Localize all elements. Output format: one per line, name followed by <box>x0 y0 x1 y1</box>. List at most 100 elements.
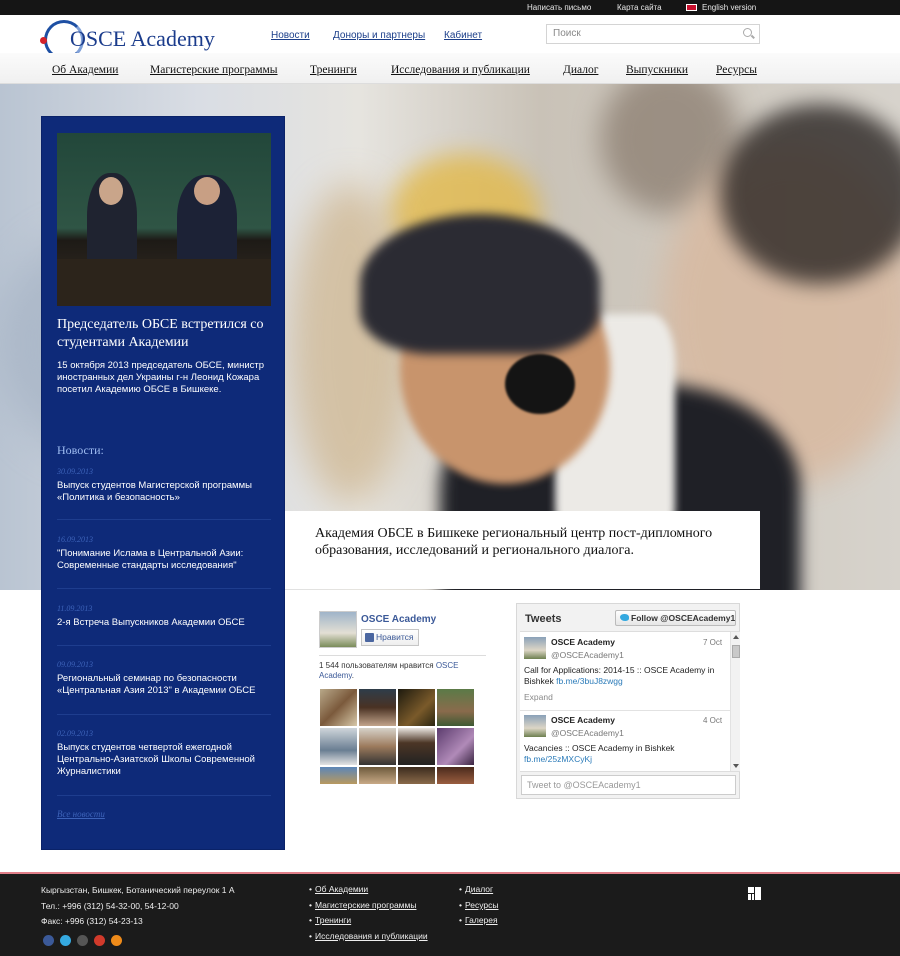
uk-flag-icon <box>686 4 697 11</box>
sitemap-link[interactable]: Карта сайта <box>617 3 662 12</box>
tweet-compose-input[interactable]: Tweet to @OSCEAcademy1 <box>521 775 736 795</box>
tweet-link[interactable]: fb.me/25zMXCyKj <box>524 754 592 764</box>
tweet-feed[interactable]: OSCE Academy @OSCEAcademy1 7 Oct Call fo… <box>520 631 740 772</box>
search-input[interactable]: Поиск <box>546 24 760 44</box>
write-letter-link[interactable]: Написать письмо <box>527 3 591 12</box>
fan-avatar[interactable] <box>437 767 474 784</box>
odnoklassniki-icon[interactable] <box>111 935 122 946</box>
tweet-avatar[interactable] <box>524 637 546 659</box>
news-item-title[interactable]: Выпуск студентов Магистерской программы … <box>57 480 275 504</box>
hero-person-hair <box>360 214 600 354</box>
feature-text: 15 октября 2013 председатель ОБСЕ, минис… <box>57 360 265 395</box>
footer-address: Кыргызстан, Бишкек, Ботанический переуло… <box>41 885 235 895</box>
search-icon[interactable] <box>743 28 752 37</box>
footer-link-about[interactable]: Об Академии <box>309 884 368 894</box>
twitter-bird-icon <box>620 614 629 621</box>
thumbs-up-icon <box>365 633 374 642</box>
divider <box>319 655 486 656</box>
feature-photo[interactable] <box>57 133 271 306</box>
site-header: OSCE Academy Новости Доноры и партнеры К… <box>0 15 900 60</box>
nav-item-about[interactable]: Об Академии <box>52 64 118 76</box>
facebook-page-name[interactable]: OSCE Academy <box>361 614 436 625</box>
fan-avatar[interactable] <box>437 728 474 765</box>
feature-title[interactable]: Председатель ОБСЕ встретился со студента… <box>57 316 277 352</box>
news-date: 30.09.2013 <box>57 467 93 476</box>
all-news-link[interactable]: Все новости <box>57 809 105 819</box>
fan-avatar[interactable] <box>359 767 396 784</box>
news-item-title[interactable]: 2-я Встреча Выпускников Академии ОБСЕ <box>57 617 275 629</box>
footer-brand-icon[interactable] <box>748 887 761 900</box>
fan-avatar[interactable] <box>398 689 435 726</box>
footer-link-resources[interactable]: Ресурсы <box>459 900 498 910</box>
twitter-icon[interactable] <box>60 935 71 946</box>
footer-link-masters[interactable]: Магистерские программы <box>309 900 416 910</box>
news-item-title[interactable]: Региональный семинар по безопасности «Це… <box>57 673 275 697</box>
news-item-title[interactable]: "Понимание Ислама в Центральной Азии: Со… <box>57 548 275 572</box>
hero-caption: Академия ОБСЕ в Бишкеке региональный цен… <box>315 526 713 558</box>
header-link-cabinet[interactable]: Кабинет <box>444 30 482 41</box>
nav-item-dialogue[interactable]: Диалог <box>563 64 598 76</box>
tweet-expand-link[interactable]: Expand <box>524 692 553 702</box>
tweet-avatar[interactable] <box>524 715 546 737</box>
nav-item-research[interactable]: Исследования и публикации <box>391 64 530 76</box>
news-divider <box>57 714 271 715</box>
facebook-page-avatar[interactable] <box>319 611 357 648</box>
news-item-title[interactable]: Выпуск студентов четвертой ежегодной Цен… <box>57 742 275 778</box>
nav-item-trainings[interactable]: Тренинги <box>310 64 357 76</box>
fan-avatar[interactable] <box>320 689 357 726</box>
header-link-news[interactable]: Новости <box>271 30 310 41</box>
google-plus-icon[interactable] <box>94 935 105 946</box>
tweets-title: Tweets <box>525 613 562 625</box>
tweet-author-handle[interactable]: @OSCEAcademy1 <box>551 650 624 660</box>
fan-avatar[interactable] <box>320 728 357 765</box>
like-label: Нравится <box>376 632 414 642</box>
fan-avatar[interactable] <box>437 689 474 726</box>
site-footer: Кыргызстан, Бишкек, Ботанический переуло… <box>0 872 900 956</box>
header-link-donors[interactable]: Доноры и партнеры <box>333 30 425 41</box>
tweet[interactable]: OSCE Academy @OSCEAcademy1 4 Oct Vacanci… <box>520 710 728 771</box>
fan-avatar[interactable] <box>398 728 435 765</box>
tweet-author-name[interactable]: OSCE Academy <box>551 715 615 725</box>
fan-avatar[interactable] <box>359 689 396 726</box>
news-heading: Новости: <box>57 443 104 457</box>
english-version-link[interactable]: English version <box>686 3 756 12</box>
youtube-icon[interactable] <box>77 935 88 946</box>
scrollbar-thumb[interactable] <box>732 645 740 658</box>
scroll-down-icon[interactable] <box>733 764 739 768</box>
footer-link-research[interactable]: Исследования и публикации <box>309 931 428 941</box>
nav-item-masters[interactable]: Магистерские программы <box>150 64 278 76</box>
tweet-author-handle[interactable]: @OSCEAcademy1 <box>551 728 624 738</box>
fan-avatar[interactable] <box>359 728 396 765</box>
main-navigation: Об Академии Магистерские программы Трени… <box>0 53 900 84</box>
news-divider <box>57 795 271 796</box>
news-divider <box>57 519 271 520</box>
twitter-timeline: Tweets Follow @OSCEAcademy1 OSCE Academy… <box>516 603 740 799</box>
footer-link-gallery[interactable]: Галерея <box>459 915 498 925</box>
top-utility-bar: Написать письмо Карта сайта English vers… <box>0 0 900 15</box>
tweet-link[interactable]: fb.me/3buJ8zwgg <box>556 676 623 686</box>
news-date: 09.09.2013 <box>57 660 93 669</box>
footer-link-trainings[interactable]: Тренинги <box>309 915 351 925</box>
tweet-author-name[interactable]: OSCE Academy <box>551 637 615 647</box>
nav-item-resources[interactable]: Ресурсы <box>716 64 757 76</box>
person-face <box>99 177 123 205</box>
scroll-up-icon[interactable] <box>733 635 739 639</box>
facebook-like-count: 1 544 пользователям нравится OSCE Academ… <box>319 661 459 680</box>
twitter-follow-button[interactable]: Follow @OSCEAcademy1 <box>615 610 736 626</box>
nav-item-alumni[interactable]: Выпускники <box>626 64 688 76</box>
tweet-feed-scrollbar[interactable] <box>730 632 740 771</box>
facebook-like-button[interactable]: Нравится <box>361 629 419 646</box>
fan-avatar[interactable] <box>320 767 357 784</box>
footer-phone: Тел.: +996 (312) 54-32-00, 54-12-00 <box>41 901 179 911</box>
tweet-date[interactable]: 4 Oct <box>703 716 722 725</box>
facebook-icon[interactable] <box>43 935 54 946</box>
footer-link-dialogue[interactable]: Диалог <box>459 884 493 894</box>
news-date: 11.09.2013 <box>57 604 93 613</box>
tweet[interactable]: OSCE Academy @OSCEAcademy1 7 Oct Call fo… <box>520 632 728 710</box>
tweet-text: Call for Applications: 2014-15 :: OSCE A… <box>524 665 715 686</box>
news-date: 16.09.2013 <box>57 535 93 544</box>
tweet-text: Vacancies :: OSCE Academy in Bishkek fb.m… <box>524 743 675 764</box>
fan-avatar[interactable] <box>398 767 435 784</box>
tweet-date[interactable]: 7 Oct <box>703 638 722 647</box>
facebook-like-box: OSCE Academy Нравится 1 544 пользователя… <box>314 604 486 790</box>
